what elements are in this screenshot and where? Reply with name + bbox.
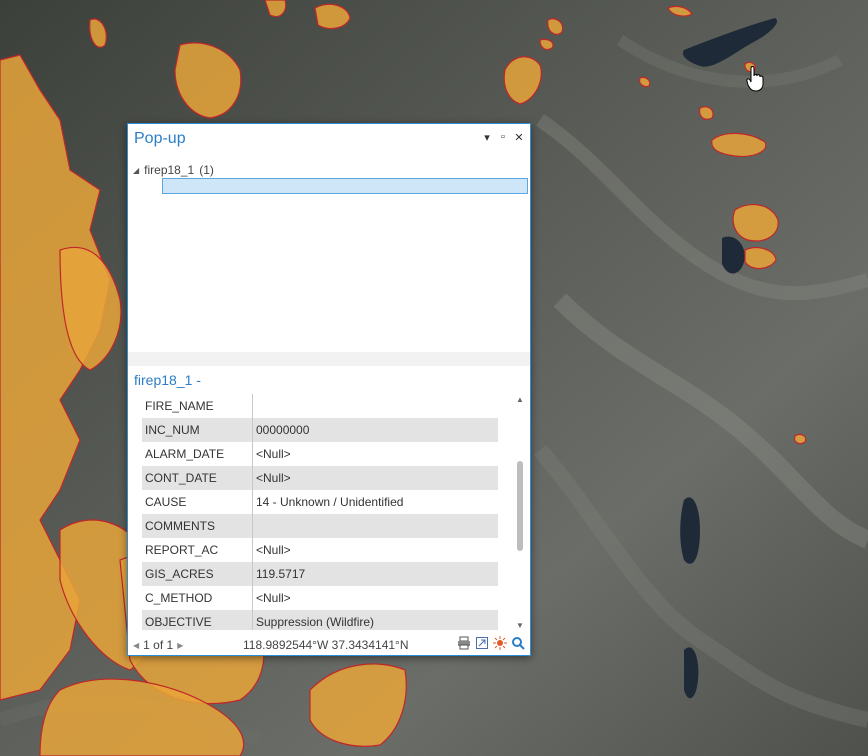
attribute-key: INC_NUM (142, 418, 253, 442)
attribute-row[interactable]: GIS_ACRES 119.5717 (142, 562, 498, 586)
attribute-value: <Null> (256, 543, 291, 557)
attribute-row[interactable]: CAUSE 14 - Unknown / Unidentified (142, 490, 498, 514)
zoom-to-icon[interactable] (511, 636, 525, 650)
attribute-key: GIS_ACRES (142, 562, 253, 586)
attribute-value (253, 394, 498, 418)
attribute-row[interactable]: INC_NUM 00000000 (142, 418, 498, 442)
attribute-row[interactable]: COMMENTS (142, 514, 498, 538)
popup-tools (457, 636, 525, 650)
attribute-key: REPORT_AC (142, 538, 253, 562)
attribute-value: Suppression (Wildfire) (256, 615, 375, 629)
flash-icon[interactable] (493, 636, 507, 650)
pager: ◀ 1 of 1 ▶ (133, 638, 183, 652)
coordinates-readout: 118.9892544°W 37.3434141°N (243, 638, 409, 652)
popup-titlebar[interactable]: Pop-up ▾ ▫ ✕ (128, 124, 530, 156)
next-feature-icon[interactable]: ▶ (177, 641, 183, 650)
dropdown-icon[interactable]: ▾ (482, 131, 492, 144)
attribute-row[interactable]: FIRE_NAME (142, 394, 498, 418)
feature-title: firep18_1 - (134, 372, 201, 388)
attribute-row[interactable]: ALARM_DATE <Null> (142, 442, 498, 466)
attribute-key: FIRE_NAME (142, 394, 253, 418)
attribute-value: <Null> (256, 591, 291, 605)
attribute-key: CAUSE (142, 490, 253, 514)
window-buttons: ▾ ▫ ✕ (482, 131, 524, 144)
attribute-key: COMMENTS (142, 514, 253, 538)
attribute-key: C_METHOD (142, 586, 253, 610)
attribute-row[interactable]: REPORT_AC <Null> (142, 538, 498, 562)
attribute-key: OBJECTIVE (142, 610, 253, 630)
export-icon[interactable] (475, 636, 489, 650)
pane-splitter[interactable] (128, 352, 530, 366)
popup-statusbar: ◀ 1 of 1 ▶ 118.9892544°W 37.3434141°N (128, 632, 530, 656)
scroll-up-icon[interactable]: ▲ (514, 394, 526, 406)
attribute-value: <Null> (256, 471, 291, 485)
maximize-icon[interactable]: ▫ (498, 131, 508, 144)
attribute-key: ALARM_DATE (142, 442, 253, 466)
scroll-thumb[interactable] (517, 461, 523, 551)
print-icon[interactable] (457, 636, 471, 650)
attribute-row[interactable]: C_METHOD <Null> (142, 586, 498, 610)
attribute-table: FIRE_NAME INC_NUM 00000000 ALARM_DATE <Null>… (142, 394, 498, 630)
hand-cursor-icon (746, 66, 764, 92)
attribute-value: <Null> (256, 447, 291, 461)
tree-layer-item[interactable]: ◢ firep18_1 (1) (133, 163, 214, 177)
attribute-value: 14 - Unknown / Unidentified (256, 495, 404, 509)
previous-feature-icon[interactable]: ◀ (133, 641, 139, 650)
attribute-row[interactable]: CONT_DATE <Null> (142, 466, 498, 490)
attribute-value: 00000000 (256, 423, 310, 437)
pager-label: 1 of 1 (143, 638, 174, 652)
attribute-scrollbar[interactable]: ▲ ▼ (514, 394, 526, 632)
attribute-key: CONT_DATE (142, 466, 253, 490)
attribute-value: 119.5717 (256, 567, 306, 581)
scroll-down-icon[interactable]: ▼ (514, 620, 526, 632)
popup-title: Pop-up (134, 130, 186, 147)
tree-layer-label: firep18_1 (144, 163, 195, 177)
tree-layer-count: (1) (199, 163, 214, 177)
feature-tree: ◢ firep18_1 (1) (128, 156, 530, 352)
tree-selected-feature[interactable] (162, 178, 528, 194)
attribute-value (253, 514, 498, 538)
collapse-triangle-icon[interactable]: ◢ (133, 166, 139, 175)
popup-pane: Pop-up ▾ ▫ ✕ ◢ firep18_1 (1) firep18_1 -… (127, 123, 531, 656)
close-icon[interactable]: ✕ (514, 131, 524, 144)
attribute-row[interactable]: OBJECTIVE Suppression (Wildfire) (142, 610, 498, 630)
